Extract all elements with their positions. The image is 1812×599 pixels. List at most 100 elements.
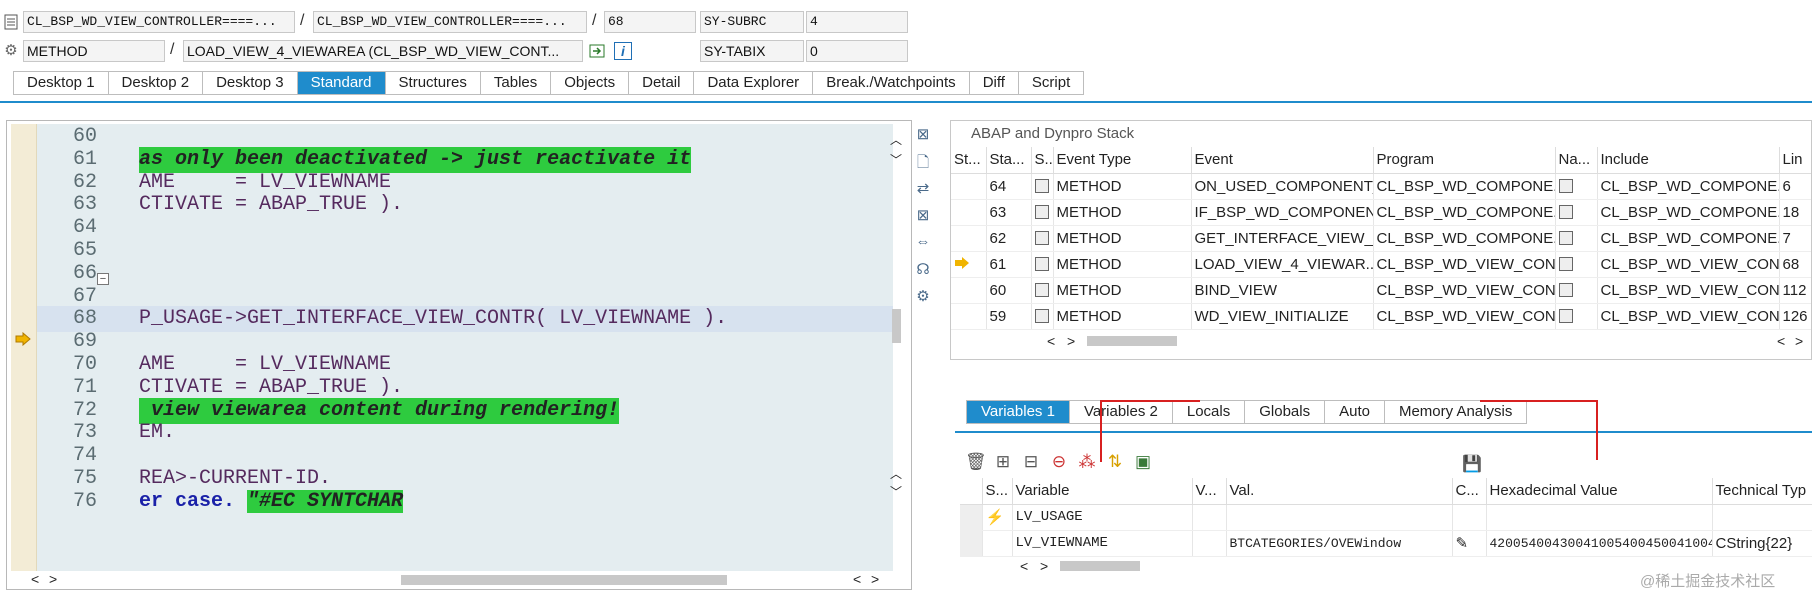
scroll-left-icon[interactable]: < bbox=[1777, 333, 1785, 349]
info-icon[interactable]: i bbox=[614, 42, 632, 60]
fold-marker-icon[interactable]: − bbox=[97, 273, 109, 285]
navigate-icon[interactable] bbox=[1558, 204, 1573, 219]
stack-nav-cell[interactable] bbox=[1555, 173, 1598, 200]
program-field[interactable]: CL_BSP_WD_VIEW_CONTROLLER====... bbox=[23, 11, 295, 33]
tab-detail[interactable]: Detail bbox=[629, 72, 695, 94]
maximize-tool-icon[interactable]: ⊠ bbox=[910, 206, 936, 233]
stack-row[interactable]: 62 METHOD GET_INTERFACE_VIEW_... CL_BSP_WD_… bbox=[951, 225, 1811, 252]
tab-standard[interactable]: Standard bbox=[297, 72, 386, 94]
tab-diff[interactable]: Diff bbox=[969, 72, 1019, 94]
horizontal-scrollbar[interactable]: < > < > bbox=[31, 571, 907, 589]
stack-row[interactable]: 63 METHOD IF_BSP_WD_COMPONEN... CL_BSP_WD_C… bbox=[951, 199, 1811, 226]
stack-row[interactable]: 64METHODON_USED_COMPONENT_...CL_BSP_WD_C… bbox=[951, 173, 1811, 200]
breakpoint-gutter[interactable] bbox=[11, 124, 37, 571]
new-tool-icon[interactable]: 🗋 bbox=[910, 152, 936, 179]
scroll-thumb[interactable] bbox=[1087, 336, 1177, 346]
remove-row-icon[interactable]: ⊖ bbox=[1049, 452, 1069, 472]
navigate-icon[interactable] bbox=[1558, 282, 1573, 297]
close-tool-icon[interactable]: ⊠ bbox=[910, 125, 936, 152]
tab-data-explorer[interactable]: Data Explorer bbox=[694, 72, 814, 94]
filter-icon[interactable]: ⁂ bbox=[1077, 452, 1097, 472]
transfer-icon[interactable]: ⇅ bbox=[1105, 452, 1125, 472]
tab-structures[interactable]: Structures bbox=[385, 72, 481, 94]
save-icon[interactable]: 💾 bbox=[1462, 454, 1482, 474]
vertical-scrollbar[interactable]: ︿ ﹀ ︿ ﹀ bbox=[887, 131, 905, 571]
var-change-cell[interactable]: ✎ bbox=[1452, 530, 1487, 557]
scroll-right-icon[interactable]: > bbox=[1067, 333, 1075, 349]
tab-desktop-3[interactable]: Desktop 3 bbox=[203, 72, 298, 94]
stack-row[interactable]: 61 METHOD LOAD_VIEW_4_VIEWAR... CL_BSP_WD_V… bbox=[951, 251, 1811, 278]
scroll-down-icon[interactable]: ﹀ bbox=[890, 483, 902, 500]
method-field[interactable]: LOAD_VIEW_4_VIEWAREA (CL_BSP_WD_VIEW_CON… bbox=[183, 40, 583, 62]
stack-nav-cell[interactable] bbox=[1555, 251, 1598, 278]
navigate-icon[interactable] bbox=[588, 42, 606, 60]
scroll-down-icon[interactable]: ﹀ bbox=[890, 151, 902, 168]
swap-tool-icon[interactable]: ⇄ bbox=[910, 179, 936, 206]
stack-horizontal-scrollbar[interactable]: < > < > bbox=[1047, 333, 1807, 349]
scroll-right-icon[interactable]: > bbox=[871, 571, 879, 587]
line-number-field[interactable]: 68 bbox=[604, 11, 696, 33]
variable-row[interactable]: ⚡ LV_USAGE bbox=[960, 504, 1812, 531]
var-column-header[interactable]: Technical Typ bbox=[1712, 478, 1812, 505]
stack-nav-cell[interactable] bbox=[1555, 303, 1598, 330]
tab-break-watchpoints[interactable]: Break./Watchpoints bbox=[813, 72, 970, 94]
scroll-right-icon[interactable]: > bbox=[1795, 333, 1803, 349]
var-column-header[interactable]: C... bbox=[1452, 478, 1487, 505]
var-tab-variables-2[interactable]: Variables 2 bbox=[1069, 401, 1173, 423]
var-value[interactable] bbox=[1226, 504, 1453, 531]
scroll-left-icon[interactable]: < bbox=[853, 571, 861, 587]
insert-row-icon[interactable]: ⊞ bbox=[993, 452, 1013, 472]
stack-column-header[interactable]: Include bbox=[1597, 147, 1780, 174]
var-tab-variables-1[interactable]: Variables 1 bbox=[967, 401, 1070, 423]
var-tab-globals[interactable]: Globals bbox=[1245, 401, 1326, 423]
stack-row[interactable]: 60 METHOD BIND_VIEW CL_BSP_WD_VIEW_CON... CL… bbox=[951, 277, 1811, 304]
scroll-up-icon[interactable]: ︿ bbox=[890, 131, 902, 148]
scroll-left-icon[interactable]: < bbox=[1020, 558, 1028, 574]
var-name[interactable]: LV_USAGE bbox=[1012, 504, 1193, 531]
scroll-right-icon[interactable]: > bbox=[1040, 558, 1048, 574]
var-column-header[interactable]: Val. bbox=[1226, 478, 1453, 505]
tab-desktop-1[interactable]: Desktop 1 bbox=[14, 72, 109, 94]
stack-nav-cell[interactable] bbox=[1555, 199, 1598, 226]
tab-script[interactable]: Script bbox=[1018, 72, 1084, 94]
var-tab-memory-analysis[interactable]: Memory Analysis bbox=[1384, 401, 1527, 423]
var-row-selector[interactable] bbox=[960, 504, 983, 531]
code-line[interactable]: 76 er case. "#EC SYNTCHAR bbox=[37, 489, 893, 515]
var-change-cell[interactable] bbox=[1452, 504, 1487, 531]
var-column-header[interactable]: V... bbox=[1192, 478, 1227, 505]
scroll-right-icon[interactable]: > bbox=[49, 571, 57, 587]
event-type-field[interactable]: METHOD bbox=[23, 40, 165, 62]
navigate-icon[interactable] bbox=[1558, 256, 1573, 271]
display-icon[interactable]: ▣ bbox=[1133, 452, 1153, 472]
include-field[interactable]: CL_BSP_WD_VIEW_CONTROLLER====... bbox=[313, 11, 587, 33]
var-column-header[interactable]: Variable bbox=[1012, 478, 1193, 505]
var-name[interactable]: LV_VIEWNAME bbox=[1012, 530, 1193, 557]
scroll-left-icon[interactable]: < bbox=[1047, 333, 1055, 349]
navigate-icon[interactable] bbox=[1558, 230, 1573, 245]
stack-nav-cell[interactable] bbox=[1555, 277, 1598, 304]
stack-column-header[interactable]: St... bbox=[951, 147, 987, 174]
delete-icon[interactable]: 🗑 bbox=[965, 452, 987, 472]
append-row-icon[interactable]: ⊟ bbox=[1021, 452, 1041, 472]
var-column-header[interactable]: S... bbox=[982, 478, 1013, 505]
scroll-left-icon[interactable]: < bbox=[31, 571, 39, 587]
stack-column-header[interactable]: Event Type bbox=[1053, 147, 1192, 174]
stack-row[interactable]: 59 METHOD WD_VIEW_INITIALIZE CL_BSP_WD_VIEW… bbox=[951, 303, 1811, 330]
resize-tool-icon[interactable]: ⇔ bbox=[910, 233, 936, 260]
navigate-icon[interactable] bbox=[1558, 308, 1573, 323]
stack-column-header[interactable]: Event bbox=[1191, 147, 1374, 174]
tab-objects[interactable]: Objects bbox=[551, 72, 630, 94]
var-row-selector[interactable] bbox=[960, 530, 983, 557]
scroll-thumb[interactable] bbox=[1060, 561, 1140, 571]
var-column-header[interactable]: Hexadecimal Value bbox=[1486, 478, 1713, 505]
stack-column-header[interactable]: Program bbox=[1373, 147, 1556, 174]
var-value[interactable]: BTCATEGORIES/OVEWindow bbox=[1226, 530, 1453, 557]
tab-tables[interactable]: Tables bbox=[480, 72, 552, 94]
variable-row[interactable]: LV_VIEWNAME BTCATEGORIES/OVEWindow ✎ 420054… bbox=[960, 530, 1812, 557]
edit-pencil-icon[interactable]: ✎ bbox=[1456, 535, 1469, 552]
stack-nav-cell[interactable] bbox=[1555, 225, 1598, 252]
scroll-thumb[interactable] bbox=[892, 309, 901, 343]
var-tab-locals[interactable]: Locals bbox=[1172, 401, 1246, 423]
stack-column-header[interactable]: Lin bbox=[1779, 147, 1811, 174]
var-tab-auto[interactable]: Auto bbox=[1325, 401, 1385, 423]
